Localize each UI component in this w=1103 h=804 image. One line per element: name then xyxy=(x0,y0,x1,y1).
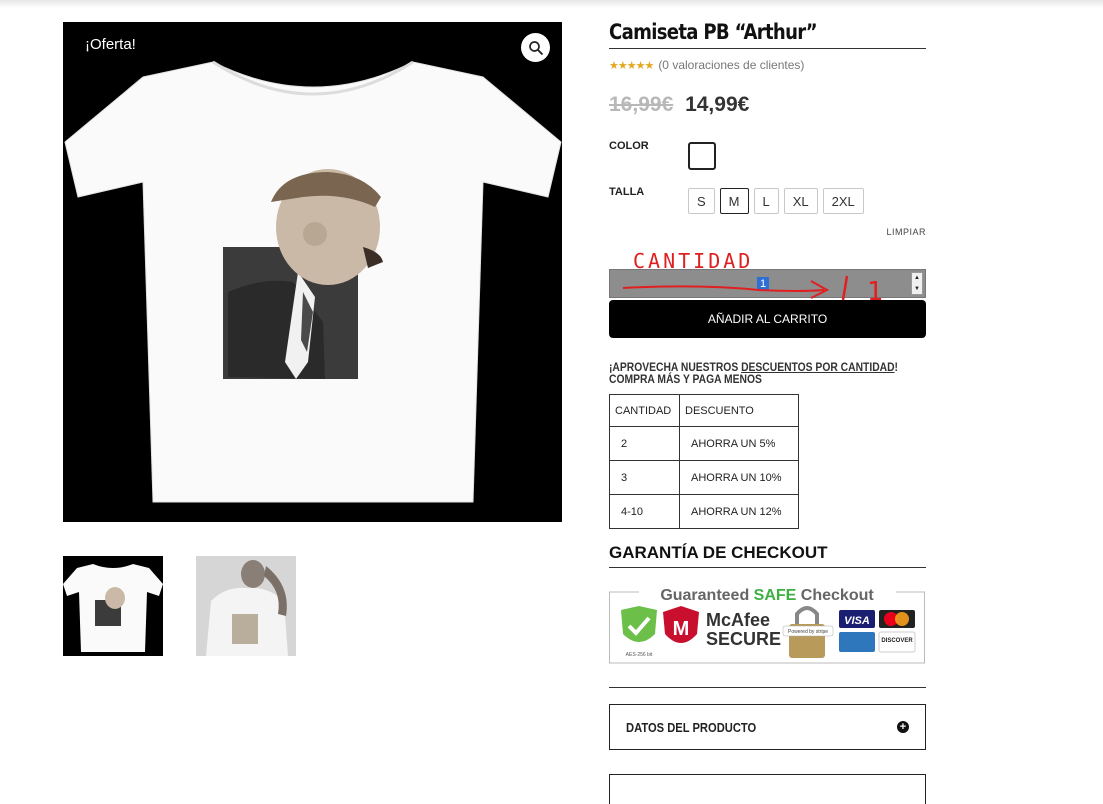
color-swatch-white[interactable] xyxy=(688,142,716,170)
thumbnail-model-image xyxy=(196,556,296,656)
color-label: COLOR xyxy=(609,140,649,152)
main-product-image[interactable]: ¡Oferta! xyxy=(63,22,562,522)
size-option-m[interactable]: M xyxy=(719,188,749,214)
size-option-l[interactable]: L xyxy=(753,188,779,214)
original-price: 16,99€ xyxy=(609,93,674,116)
tshirt-image xyxy=(64,60,562,503)
table-header: DESCUENTO xyxy=(679,394,799,427)
magnifier-icon xyxy=(528,40,543,55)
visa-label: VISA xyxy=(844,615,870,627)
stripe-label: Powered by stripe xyxy=(788,629,828,635)
rating-count-link[interactable]: (0 valoraciones de clientes) xyxy=(658,58,804,72)
discover-label: DISCOVER xyxy=(881,638,913,644)
size-label: TALLA xyxy=(609,186,645,198)
badge-heading-2: SAFE xyxy=(754,587,797,604)
mcafee-label: McAfee xyxy=(706,610,770,630)
size-options: S M L XL 2XL xyxy=(688,188,864,214)
sale-price: 14,99€ xyxy=(685,93,750,116)
size-option-2xl[interactable]: 2XL xyxy=(822,188,864,214)
product-title: Camiseta PB “Arthur” xyxy=(609,20,818,44)
divider xyxy=(609,687,926,688)
rating[interactable]: ★★★★★ (0 valoraciones de clientes) xyxy=(609,58,804,72)
table-header: CANTIDAD xyxy=(609,394,680,427)
table-cell: AHORRA UN 12% xyxy=(679,494,799,529)
promo-text: ¡APROVECHA NUESTROS DESCUENTOS POR CANTI… xyxy=(609,361,927,385)
table-cell: 3 xyxy=(609,460,680,495)
add-to-cart-button[interactable]: AÑADIR AL CARRITO xyxy=(609,300,926,338)
thumbnail-2[interactable] xyxy=(196,556,296,656)
title-divider xyxy=(609,48,926,49)
quantity-input[interactable]: 1 xyxy=(757,277,769,291)
table-cell: AHORRA UN 5% xyxy=(679,426,799,461)
promo-discounts-link[interactable]: DESCUENTOS POR CANTIDAD xyxy=(741,360,894,374)
badge-heading-1: Guaranteed xyxy=(660,587,753,604)
plus-icon: + xyxy=(897,721,909,733)
thumbnail-tshirt-image xyxy=(63,564,163,652)
guarantee-divider xyxy=(609,567,926,568)
zoom-button[interactable] xyxy=(521,33,550,62)
sale-badge: ¡Oferta! xyxy=(85,36,136,53)
table-row: 3 AHORRA UN 10% xyxy=(609,460,799,495)
thumbnail-1[interactable] xyxy=(63,556,163,656)
discount-table: CANTIDAD DESCUENTO 2 AHORRA UN 5% 3 AHOR… xyxy=(609,394,799,529)
svg-text:M: M xyxy=(673,618,690,640)
mcafee-secure-label: SECURE xyxy=(706,629,781,649)
guarantee-title: GARANTÍA DE CHECKOUT xyxy=(609,543,828,562)
aes-label: AES-256 bit xyxy=(626,652,653,658)
table-row: 2 AHORRA UN 5% xyxy=(609,426,799,461)
badge-heading-3: Checkout xyxy=(796,587,874,604)
second-accordion[interactable] xyxy=(609,774,926,804)
price: 16,99€ 14,99€ xyxy=(609,93,749,117)
table-row: 4-10 AHORRA UN 12% xyxy=(609,494,799,529)
star-rating-icon: ★★★★★ xyxy=(609,59,654,72)
table-cell: 4-10 xyxy=(609,494,680,529)
safe-checkout-badge: Guaranteed SAFE Checkout AES-256 bit M M… xyxy=(609,584,926,664)
accordion-label: DATOS DEL PRODUCTO xyxy=(626,719,757,735)
product-details-accordion[interactable]: DATOS DEL PRODUCTO + xyxy=(609,704,926,750)
safe-checkout-image: Guaranteed SAFE Checkout AES-256 bit M M… xyxy=(609,584,925,664)
reset-variations-link[interactable]: LIMPIAR xyxy=(886,227,926,237)
table-cell: 2 xyxy=(609,426,680,461)
svg-text:Guaranteed SAFE Checkout: Guaranteed SAFE Checkout xyxy=(660,587,874,604)
table-cell: AHORRA UN 10% xyxy=(679,460,799,495)
size-option-xl[interactable]: XL xyxy=(783,188,818,214)
size-option-s[interactable]: S xyxy=(688,188,715,214)
quantity-field[interactable]: 1 ▲ ▼ xyxy=(609,269,926,298)
top-bar xyxy=(0,0,1103,8)
quantity-stepper[interactable]: ▲ ▼ xyxy=(911,272,923,295)
table-header-row: CANTIDAD DESCUENTO xyxy=(609,394,799,427)
